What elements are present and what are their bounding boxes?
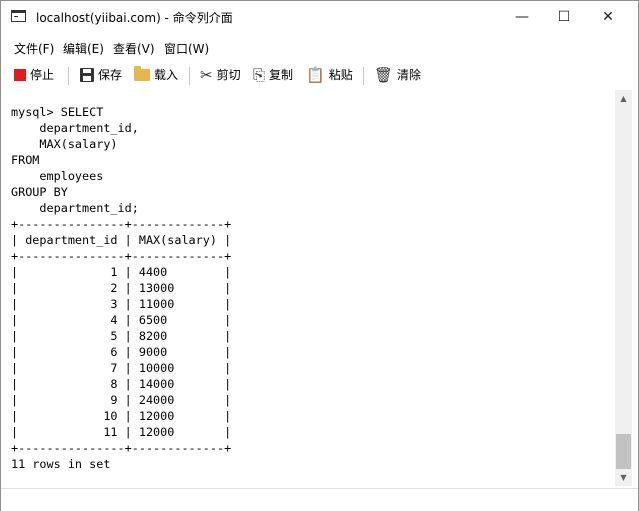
stop-label: 停止	[30, 68, 55, 82]
table-row: | 7 | 10000 |	[11, 361, 232, 375]
table-header: | department_id | MAX(salary) |	[11, 233, 232, 247]
console-line: GROUP BY	[11, 185, 68, 199]
copy-label: 复制	[269, 68, 294, 82]
trash-icon: 🗑	[374, 65, 394, 84]
toolbar-divider	[189, 67, 190, 85]
console-line: FROM	[11, 153, 40, 167]
paste-button[interactable]: 📋 粘贴	[306, 66, 353, 83]
console-line: employees	[11, 169, 104, 183]
scissors-icon: ✂	[200, 65, 213, 84]
save-button[interactable]: 保存	[80, 66, 122, 83]
stop-button[interactable]: 停止	[14, 66, 54, 83]
stop-icon	[14, 68, 26, 81]
maximize-button[interactable]: ☐	[541, 1, 587, 32]
console-line: department_id;	[11, 201, 139, 215]
cut-label: 剪切	[216, 68, 241, 82]
console-output[interactable]: mysql> SELECT department_id, MAX(salary)…	[2, 90, 615, 486]
table-row: | 9 | 24000 |	[11, 393, 232, 407]
minimize-button[interactable]: —	[499, 1, 545, 32]
clear-button[interactable]: 🗑 清除	[374, 66, 421, 83]
copy-button[interactable]: ⎘ 复制	[253, 66, 293, 83]
close-button[interactable]: ✕	[585, 1, 631, 32]
toolbar: 停止 保存 载入 ✂ 剪切 ⎘ 复制 📋 粘贴 🗑 清除	[1, 61, 638, 89]
table-row: | 8 | 14000 |	[11, 377, 232, 391]
table-row: | 3 | 11000 |	[11, 297, 232, 311]
clipboard-icon: 📋	[306, 65, 325, 84]
console-line: department_id,	[11, 121, 139, 135]
load-button[interactable]: 载入	[134, 65, 179, 83]
table-row: | 2 | 13000 |	[11, 281, 232, 295]
clear-label: 清除	[397, 68, 422, 82]
table-row: | 5 | 8200 |	[11, 329, 232, 343]
save-label: 保存	[98, 68, 123, 82]
scroll-down-arrow[interactable]: ▼	[615, 469, 632, 486]
copy-icon: ⎘	[253, 65, 266, 84]
console-line: MAX(salary)	[11, 137, 118, 151]
table-row: | 11 | 12000 |	[11, 425, 232, 439]
app-window: localhost(yiibai.com) - 命令列介面 — ☐ ✕ 文件(F…	[0, 0, 639, 511]
vertical-scrollbar[interactable]: ▲ ▼	[615, 90, 632, 486]
window-title: localhost(yiibai.com) - 命令列介面	[36, 11, 233, 25]
cut-button[interactable]: ✂ 剪切	[200, 66, 241, 83]
table-row: | 10 | 12000 |	[11, 409, 232, 423]
console-text: mysql> SELECT department_id, MAX(salary)…	[2, 90, 615, 472]
table-border: +---------------+-------------+	[11, 441, 232, 455]
table-row: | 6 | 9000 |	[11, 345, 232, 359]
status-bar	[1, 488, 638, 511]
table-border: +---------------+-------------+	[11, 217, 232, 231]
menu-file[interactable]: 文件(F)	[14, 40, 54, 57]
toolbar-divider	[68, 67, 69, 85]
toolbar-divider	[363, 67, 364, 85]
load-label: 载入	[154, 68, 179, 82]
menu-view[interactable]: 查看(V)	[113, 40, 155, 57]
menu-edit[interactable]: 编辑(E)	[63, 40, 104, 57]
table-row: | 1 | 4400 |	[11, 265, 232, 279]
title-bar[interactable]: localhost(yiibai.com) - 命令列介面 — ☐ ✕	[1, 1, 638, 32]
scroll-up-arrow[interactable]: ▲	[615, 90, 632, 107]
menu-bar: 文件(F) 编辑(E) 查看(V) 窗口(W)	[1, 38, 638, 58]
folder-icon	[134, 65, 150, 81]
console-line: mysql> SELECT	[11, 105, 104, 119]
menu-window[interactable]: 窗口(W)	[164, 40, 209, 57]
result-summary: 11 rows in set	[11, 457, 111, 471]
save-icon	[80, 67, 94, 82]
table-border: +---------------+-------------+	[11, 249, 232, 263]
scroll-thumb[interactable]	[616, 434, 631, 469]
paste-label: 粘贴	[328, 68, 353, 82]
terminal-icon	[11, 10, 26, 22]
table-row: | 4 | 6500 |	[11, 313, 232, 327]
